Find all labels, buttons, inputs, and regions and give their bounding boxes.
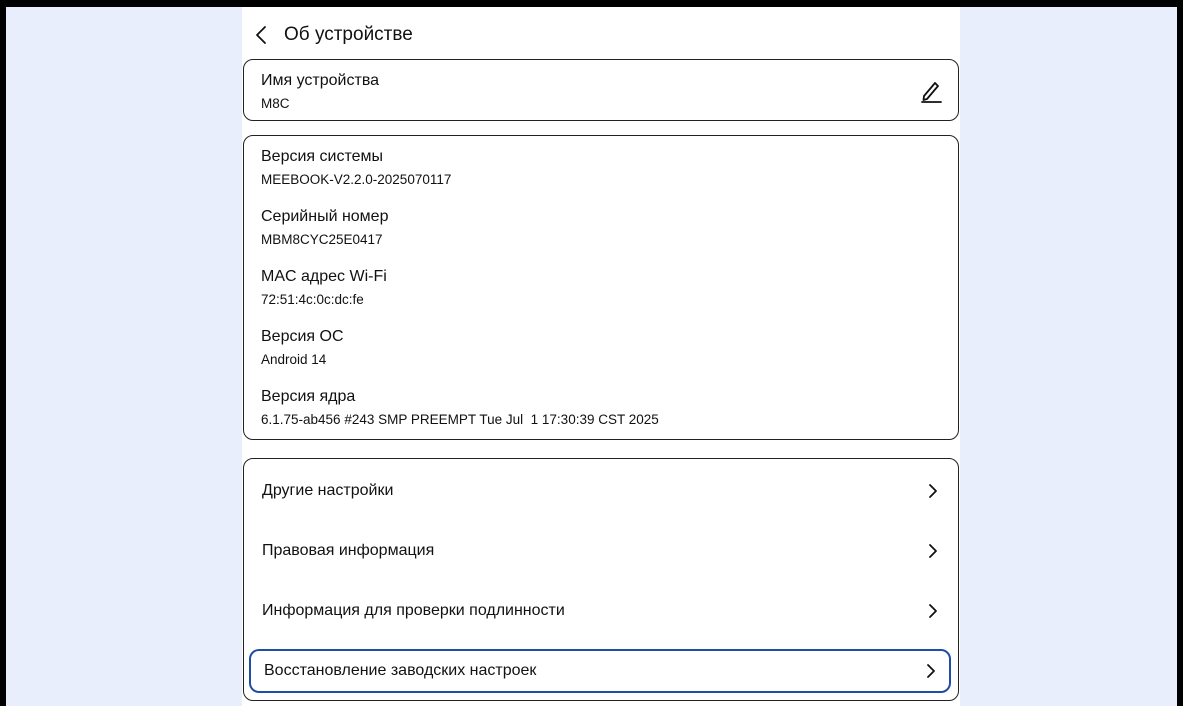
menu-item-other-settings[interactable]: Другие настройки bbox=[249, 469, 951, 513]
menu-item-label: Другие настройки bbox=[262, 482, 394, 499]
info-item-kernel-version: Версия ядра 6.1.75-ab456 #243 SMP PREEMP… bbox=[261, 388, 659, 427]
info-label: Серийный номер bbox=[261, 208, 389, 225]
info-label: Версия ОС bbox=[261, 328, 344, 345]
device-name-label: Имя устройства bbox=[261, 72, 380, 89]
device-name-card[interactable]: Имя устройства M8C bbox=[243, 59, 959, 121]
chevron-right-icon bbox=[929, 604, 937, 618]
info-value: MEEBOOK-V2.2.0-2025070117 bbox=[261, 172, 452, 187]
info-value: 6.1.75-ab456 #243 SMP PREEMPT Tue Jul 1 … bbox=[261, 412, 659, 427]
window-frame-top bbox=[0, 0, 1183, 7]
edit-device-name-button[interactable] bbox=[918, 78, 944, 104]
settings-menu-card: Другие настройки Правовая информация Инф… bbox=[243, 458, 959, 701]
info-value: Android 14 bbox=[261, 352, 327, 367]
back-button[interactable] bbox=[246, 17, 276, 53]
menu-item-label: Информация для проверки подлинности bbox=[262, 602, 565, 619]
page-title: Об устройстве bbox=[284, 24, 413, 45]
menu-item-authenticity-info[interactable]: Информация для проверки подлинности bbox=[249, 589, 951, 633]
chevron-right-icon bbox=[929, 544, 937, 558]
info-item-serial-number: Серийный номер MBM8CYC25E0417 bbox=[261, 208, 388, 247]
chevron-right-icon bbox=[929, 484, 937, 498]
window-frame-right bbox=[1177, 0, 1183, 706]
menu-item-label: Восстановление заводских настроек bbox=[264, 662, 537, 679]
device-name-value: M8C bbox=[261, 96, 290, 111]
info-item-os-version: Версия ОС Android 14 bbox=[261, 328, 344, 367]
info-item-system-version: Версия системы MEEBOOK-V2.2.0-2025070117 bbox=[261, 148, 451, 187]
menu-item-label: Правовая информация bbox=[262, 542, 435, 559]
system-info-card: Версия системы MEEBOOK-V2.2.0-2025070117… bbox=[243, 135, 959, 440]
info-label: Версия ядра bbox=[261, 388, 356, 405]
pencil-icon bbox=[921, 82, 942, 103]
chevron-right-icon bbox=[927, 664, 935, 678]
menu-item-factory-reset[interactable]: Восстановление заводских настроек bbox=[249, 649, 951, 693]
page-header: Об устройстве bbox=[242, 17, 960, 53]
info-value: 72:51:4c:0c:dc:fe bbox=[261, 292, 364, 307]
info-label: MAC адрес Wi-Fi bbox=[261, 268, 387, 285]
window-frame-left bbox=[0, 0, 6, 706]
menu-item-legal-info[interactable]: Правовая информация bbox=[249, 529, 951, 573]
info-item-wifi-mac: MAC адрес Wi-Fi 72:51:4c:0c:dc:fe bbox=[261, 268, 387, 307]
info-label: Версия системы bbox=[261, 148, 383, 165]
info-value: MBM8CYC25E0417 bbox=[261, 232, 383, 247]
device-name-block: Имя устройства M8C bbox=[261, 72, 379, 111]
chevron-left-icon bbox=[256, 26, 266, 44]
about-device-screen: Об устройстве Имя устройства M8C Версия … bbox=[242, 7, 960, 706]
